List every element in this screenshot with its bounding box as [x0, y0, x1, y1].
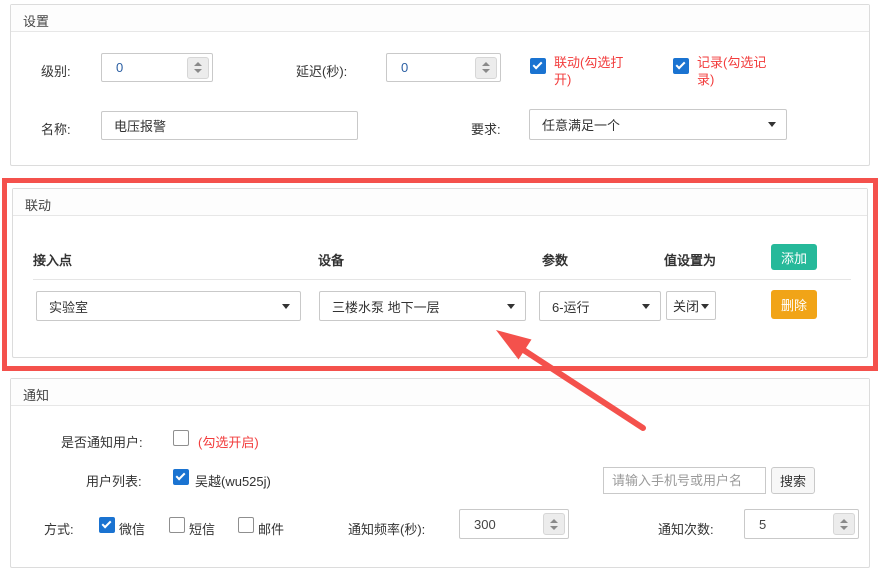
delay-label: 延迟(秒):	[296, 61, 347, 80]
delay-spinner[interactable]	[475, 57, 497, 79]
check-icon	[533, 60, 543, 70]
count-value: 5	[745, 517, 833, 532]
spinner-down-icon[interactable]	[194, 69, 202, 73]
chevron-down-icon	[768, 122, 776, 127]
device-select-value: 三楼水泵 地下一层	[320, 297, 507, 316]
freq-spinner[interactable]	[543, 513, 565, 535]
column-access-point: 接入点	[33, 250, 72, 269]
alarm-config-page: 设置 级别: 0 延迟(秒): 0 联动(勾选打开) 记录(勾选记录) 名称: …	[0, 0, 881, 578]
linkage-enable-label: 联动(勾选打开)	[554, 54, 636, 88]
value-set-select-value: 关闭	[673, 296, 699, 315]
spinner-up-icon[interactable]	[550, 519, 558, 523]
name-label: 名称:	[41, 119, 71, 138]
chevron-down-icon	[282, 304, 290, 309]
method-email-label: 邮件	[258, 519, 284, 538]
level-value: 0	[102, 60, 187, 75]
require-select-value: 任意满足一个	[530, 115, 768, 134]
chevron-down-icon	[507, 304, 515, 309]
require-select[interactable]: 任意满足一个	[529, 109, 787, 140]
method-sms-checkbox[interactable]	[169, 517, 185, 533]
access-point-select-value: 实验室	[37, 297, 282, 316]
param-select[interactable]: 6-运行	[539, 291, 661, 321]
row-divider	[33, 279, 851, 280]
count-spinner[interactable]	[833, 513, 855, 535]
count-label: 通知次数:	[658, 519, 714, 538]
count-input[interactable]: 5	[744, 509, 859, 539]
delete-button[interactable]: 删除	[771, 290, 817, 319]
device-select[interactable]: 三楼水泵 地下一层	[319, 291, 526, 321]
spinner-down-icon[interactable]	[482, 69, 490, 73]
linkage-panel-title: 联动	[25, 195, 51, 214]
notify-user-checkbox[interactable]	[173, 430, 189, 446]
method-label: 方式:	[44, 519, 74, 538]
notify-panel: 通知 是否通知用户: (勾选开启) 用户列表: 吴越(wu525j) 搜索 方式…	[10, 378, 870, 568]
check-icon	[102, 519, 112, 529]
column-device: 设备	[318, 250, 344, 269]
value-set-select[interactable]: 关闭	[666, 291, 716, 320]
notify-user-hint: (勾选开启)	[198, 432, 259, 451]
spinner-up-icon[interactable]	[194, 62, 202, 66]
delay-value: 0	[387, 60, 475, 75]
spinner-down-icon[interactable]	[550, 526, 558, 530]
freq-value: 300	[460, 517, 543, 532]
method-email-checkbox[interactable]	[238, 517, 254, 533]
freq-input[interactable]: 300	[459, 509, 569, 539]
linkage-panel: 联动 接入点 设备 参数 值设置为 添加 实验室 三楼水泵 地下一层 6-运行 …	[12, 188, 868, 358]
notify-panel-header: 通知	[11, 379, 869, 406]
add-button[interactable]: 添加	[771, 244, 817, 270]
search-input[interactable]	[603, 467, 766, 494]
delay-input[interactable]: 0	[386, 53, 501, 82]
column-value-set: 值设置为	[664, 250, 716, 269]
spinner-down-icon[interactable]	[840, 526, 848, 530]
user-item-checkbox[interactable]	[173, 469, 189, 485]
name-input[interactable]: 电压报警	[101, 111, 358, 140]
spinner-up-icon[interactable]	[840, 519, 848, 523]
method-wechat-checkbox[interactable]	[99, 517, 115, 533]
notify-panel-title: 通知	[23, 385, 49, 404]
param-select-value: 6-运行	[540, 297, 642, 316]
access-point-select[interactable]: 实验室	[36, 291, 301, 321]
user-list-label: 用户列表:	[86, 471, 142, 490]
chevron-down-icon	[701, 304, 709, 309]
record-enable-checkbox[interactable]	[673, 58, 689, 74]
level-spinner[interactable]	[187, 57, 209, 79]
require-label: 要求:	[471, 119, 501, 138]
user-item-label: 吴越(wu525j)	[195, 471, 271, 490]
method-wechat-label: 微信	[119, 519, 145, 538]
level-input[interactable]: 0	[101, 53, 213, 82]
chevron-down-icon	[642, 304, 650, 309]
check-icon	[676, 60, 686, 70]
method-sms-label: 短信	[189, 519, 215, 538]
record-enable-label: 记录(勾选记录)	[697, 54, 782, 88]
search-button[interactable]: 搜索	[771, 467, 815, 494]
column-param: 参数	[542, 250, 568, 269]
notify-user-label: 是否通知用户:	[61, 432, 143, 451]
linkage-panel-header: 联动	[13, 189, 867, 216]
spinner-up-icon[interactable]	[482, 62, 490, 66]
freq-label: 通知频率(秒):	[348, 519, 425, 538]
check-icon	[176, 471, 186, 481]
linkage-enable-checkbox[interactable]	[530, 58, 546, 74]
name-value: 电压报警	[114, 116, 166, 135]
settings-panel-header: 设置	[11, 5, 869, 32]
settings-panel-title: 设置	[23, 11, 49, 30]
level-label: 级别:	[41, 61, 71, 80]
settings-panel: 设置 级别: 0 延迟(秒): 0 联动(勾选打开) 记录(勾选记录) 名称: …	[10, 4, 870, 166]
